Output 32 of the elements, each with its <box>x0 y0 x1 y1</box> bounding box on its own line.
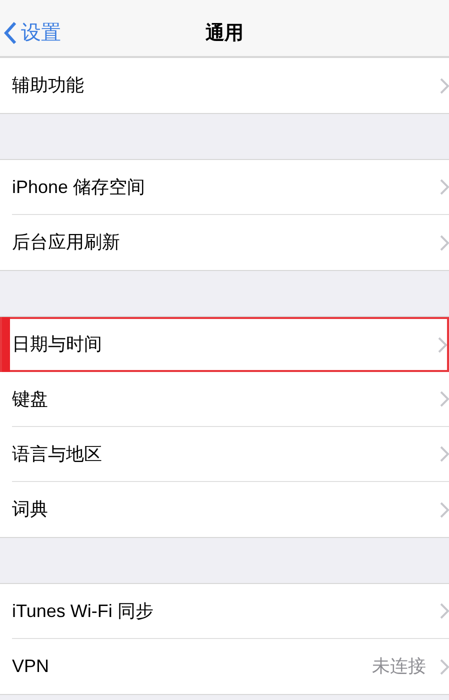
chevron-icon <box>440 502 449 518</box>
back-chevron-icon <box>4 21 17 45</box>
settings-row[interactable]: 日期与时间 <box>0 317 449 372</box>
row-label: iPhone 储存空间 <box>12 176 146 198</box>
row-label: 日期与时间 <box>12 333 103 356</box>
row-label: 辅助功能 <box>12 74 85 97</box>
settings-row[interactable]: 语言与地区 <box>0 427 449 482</box>
chevron-icon <box>440 391 449 407</box>
row-label: VPN <box>12 655 50 678</box>
row-value: 未连接 <box>372 655 426 678</box>
row-label: 语言与地区 <box>12 442 103 466</box>
row-label: 键盘 <box>12 388 49 410</box>
chevron-icon <box>438 336 447 352</box>
settings-row[interactable]: iTunes Wi-Fi 同步 <box>0 584 449 639</box>
chevron-icon <box>440 179 449 195</box>
settings-row[interactable]: 键盘 <box>0 372 449 427</box>
settings-row[interactable]: 后台应用刷新 <box>0 215 449 270</box>
chevron-icon <box>440 446 449 462</box>
settings-row[interactable]: VPN 未连接 <box>0 639 449 694</box>
settings-row[interactable]: iPhone 储存空间 <box>0 160 449 215</box>
settings-row[interactable]: 词典 <box>0 482 449 537</box>
row-label: 词典 <box>12 498 49 521</box>
chevron-icon <box>440 603 449 619</box>
chevron-icon <box>440 658 449 674</box>
back-button[interactable]: 设置 <box>4 18 61 48</box>
settings-row[interactable]: 辅助功能 <box>0 58 449 113</box>
page-title: 通用 <box>206 22 244 46</box>
row-label: 后台应用刷新 <box>12 231 121 254</box>
row-label: iTunes Wi-Fi 同步 <box>12 600 154 622</box>
highlight-bar <box>2 317 10 372</box>
chevron-icon <box>440 234 449 250</box>
chevron-icon <box>440 78 449 94</box>
